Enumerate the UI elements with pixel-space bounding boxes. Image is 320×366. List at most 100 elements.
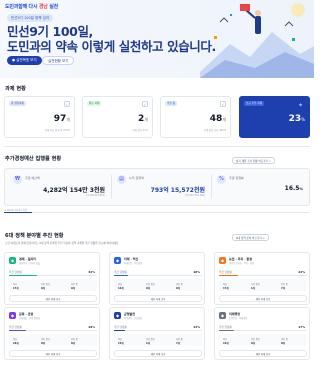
task-value: 23%	[288, 114, 305, 124]
stat-value: 8개	[281, 342, 285, 345]
progress-bar	[9, 275, 97, 277]
policy-card[interactable]: ◆ 미래 · 혁신 미래산업 · 혁신성장 추진 달성률 16% 목표 16개 추진 완료 0개…	[109, 252, 205, 305]
progress-label: 추진 달성률	[114, 326, 127, 329]
policy-card[interactable]: ◆ 균형발전 지역균형 · 동반성장 추진 달성률 13% 목표 15개 추진 완료 1개 추진 …	[109, 307, 205, 360]
policy-stats: 목표 16개 추진 완료 0개 추진 중 8개	[9, 334, 97, 346]
hero-badge: 민선9기 100일 정책 성과	[7, 14, 54, 22]
task-value: 2개	[138, 114, 148, 124]
policy-subtitle: 문화예술 · 관광 활성화	[19, 317, 40, 320]
stat-value: 0개	[41, 287, 45, 290]
budget-section-title: 추가경정예산 집행률 현황	[5, 156, 62, 162]
task-pill: 신규 추진 과제	[244, 101, 264, 106]
budget-label: 추경 집행률	[229, 176, 244, 180]
progress-bar	[114, 330, 202, 332]
policy-description: 도민 여러분과 함께 만들어가는 6대 정책 분야별 추진 목표와 정책 과제별…	[5, 242, 120, 245]
budget-sub: (79,315,572,000)	[184, 194, 205, 197]
progress-bar	[219, 275, 307, 277]
budget-cell-rate: % 추경 집행률 16.5%	[217, 173, 303, 201]
progress-fill	[114, 275, 129, 277]
budget-summary: ₩ 추경 예산액 4,282억 154만 3천원 (4,282,015,430)…	[4, 168, 310, 206]
progress-label: 추진 달성률	[9, 271, 22, 274]
view-details-button[interactable]: 세부 과제 보기	[9, 350, 97, 357]
stat-value: 0개	[251, 342, 255, 345]
policy-subtitle: 지역균형 · 동반성장	[124, 317, 143, 320]
task-card-new[interactable]: 신규 추진 과제 ✦ 23%	[239, 96, 310, 138]
task-card-total[interactable]: 총 실천과제 ✓ 97개 과제 목표 달성 중 97/97	[4, 96, 75, 138]
sparkle-icon: ✦	[297, 102, 303, 109]
progress-label: 추진 달성률	[9, 326, 22, 329]
hero-title: 민선9기 100일, 도민과의 약속 이렇게 실천하고 있습니다.	[7, 24, 216, 54]
policy-subtitle: 미래산업 · 혁신성장	[124, 262, 143, 265]
budget-separator	[111, 175, 112, 199]
stat-value: 16개	[118, 287, 124, 290]
stat-value: 17개	[223, 287, 229, 290]
task-card-ongoing[interactable]: 추진 중 ✓ 48개 과제 정상 추진 48/97	[160, 96, 231, 138]
check-icon: ✓	[142, 101, 148, 107]
policy-link-button[interactable]: 6대 정책 분야 바로가기 >	[232, 234, 269, 241]
progress-percent: 22%	[298, 270, 305, 274]
progress-bar	[114, 275, 202, 277]
hero-banner: 도민과함께 다시 경남 실천 민선9기 100일 정책 성과 민선9기 100일…	[0, 0, 314, 78]
progress-bar	[219, 330, 307, 332]
progress-bar	[9, 330, 97, 332]
site-logo[interactable]: 도민과함께 다시 경남 실천	[5, 3, 58, 10]
view-details-button[interactable]: 세부 과제 보기	[9, 295, 97, 302]
task-pill: 추진 중	[165, 101, 177, 106]
budget-sub: (4,282,015,430)	[86, 194, 105, 197]
progress-percent: 17%	[298, 325, 305, 329]
policy-card[interactable]: ◆ 문화 · 관광 문화예술 · 관광 활성화 추진 달성률 19% 목표 16개 추진 완료…	[4, 307, 100, 360]
budget-link-button[interactable]: 상기 재원 조사 현황 바로가기 >	[232, 157, 275, 164]
policy-card[interactable]: ◆ 경제 · 일자리 경제혁신 · 일자리 창출 추진 달성률 32% 목표 17개 추진 완…	[4, 252, 100, 305]
stat-value: 16개	[13, 342, 19, 345]
budget-label: 누적 집행액	[129, 176, 144, 180]
task-section-title: 과제 현황	[5, 86, 26, 92]
stat-value: 0개	[146, 287, 150, 290]
task-sub: 과제 완료 2/97	[132, 129, 148, 132]
view-details-button[interactable]: 세부 과제 보기	[219, 295, 307, 302]
policy-icon: ◆	[219, 312, 226, 319]
budget-cell-amount: ₩ 추경 예산액 4,282억 154만 3천원 (4,282,015,430)	[13, 173, 105, 201]
policy-icon: ◆	[114, 257, 121, 264]
section-divider	[4, 146, 310, 147]
stat-value: 1개	[146, 342, 150, 345]
policy-subtitle: 행복한 농어촌 · 복지 · 환경	[229, 262, 254, 265]
view-status-button[interactable]: 실천현황 보기	[42, 56, 75, 65]
stat-value: 16개	[223, 342, 229, 345]
stat-value: 9개	[176, 287, 180, 290]
task-pill: 총 실천과제	[9, 101, 26, 106]
progress-percent: 16%	[193, 270, 200, 274]
hero-illustration	[200, 3, 314, 78]
view-details-button[interactable]: 세부 과제 보기	[114, 350, 202, 357]
task-sub: 과제 정상 추진 48/97	[203, 129, 226, 132]
budget-cell-spent: ▤ 누적 집행액 793억 15,572천원 (79,315,572,000)	[117, 173, 205, 201]
budget-separator	[211, 175, 212, 199]
task-value: 48개	[209, 114, 226, 124]
stat-value: 0개	[41, 342, 45, 345]
check-icon: ✓	[64, 101, 70, 107]
progress-label: 추진 달성률	[219, 326, 232, 329]
budget-value: 793억 15,572천원	[150, 187, 205, 194]
stat-value: 8개	[71, 342, 75, 345]
budget-value: 16.5%	[284, 185, 303, 192]
progress-percent: 19%	[88, 325, 95, 329]
policy-subtitle: 도민중심 · 미래행정	[229, 317, 248, 320]
policy-card[interactable]: ◆ 미래행정 도민중심 · 미래행정 추진 달성률 17% 목표 16개 추진 완료 0개 추진 …	[214, 307, 310, 360]
policy-stats: 목표 16개 추진 완료 0개 추진 중 9개	[114, 279, 202, 291]
stat-value: 1개	[251, 287, 255, 290]
policy-stats: 목표 16개 추진 완료 0개 추진 중 8개	[219, 334, 307, 346]
view-details-button[interactable]: 세부 과제 보기	[114, 295, 202, 302]
percent-icon: %	[217, 175, 226, 184]
task-pill: 완료 과제	[87, 101, 102, 106]
budget-progress-line	[4, 211, 310, 213]
view-goals-button[interactable]: ● 실천목표 보기	[7, 56, 42, 65]
task-card-done[interactable]: 완료 과제 ✓ 2개 과제 완료 2/97	[82, 96, 153, 138]
policy-subtitle: 경제혁신 · 일자리 창출	[19, 262, 40, 265]
policy-card[interactable]: ◆ 농업 · 복지 · 환경 행복한 농어촌 · 복지 · 환경 추진 달성률 22% 목…	[214, 252, 310, 305]
view-details-button[interactable]: 세부 과제 보기	[219, 350, 307, 357]
won-icon: ₩	[13, 175, 22, 184]
check-icon: ✓	[220, 101, 226, 107]
task-sub: 과제 목표 달성 중 97/97	[44, 129, 70, 132]
progress-fill	[9, 330, 26, 332]
task-value: 97개	[53, 114, 70, 124]
policy-icon: ◆	[219, 257, 226, 264]
